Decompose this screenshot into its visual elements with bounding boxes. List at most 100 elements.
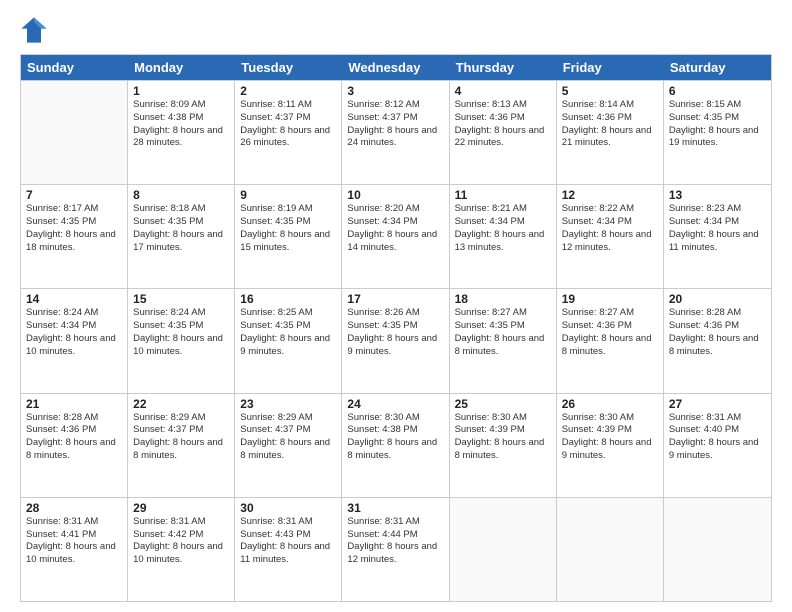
day-cell-28: 28Sunrise: 8:31 AMSunset: 4:41 PMDayligh…: [21, 498, 128, 601]
day-info: Sunrise: 8:31 AMSunset: 4:44 PMDaylight:…: [347, 516, 443, 567]
day-info: Sunrise: 8:17 AMSunset: 4:35 PMDaylight:…: [26, 203, 122, 254]
day-cell-19: 19Sunrise: 8:27 AMSunset: 4:36 PMDayligh…: [557, 289, 664, 392]
day-number: 13: [669, 188, 766, 202]
day-info: Sunrise: 8:18 AMSunset: 4:35 PMDaylight:…: [133, 203, 229, 254]
header-day-thursday: Thursday: [450, 55, 557, 80]
calendar-header: SundayMondayTuesdayWednesdayThursdayFrid…: [21, 55, 771, 80]
empty-cell: [557, 498, 664, 601]
day-cell-18: 18Sunrise: 8:27 AMSunset: 4:35 PMDayligh…: [450, 289, 557, 392]
day-cell-14: 14Sunrise: 8:24 AMSunset: 4:34 PMDayligh…: [21, 289, 128, 392]
day-number: 26: [562, 397, 658, 411]
day-info: Sunrise: 8:11 AMSunset: 4:37 PMDaylight:…: [240, 99, 336, 150]
day-cell-16: 16Sunrise: 8:25 AMSunset: 4:35 PMDayligh…: [235, 289, 342, 392]
day-cell-20: 20Sunrise: 8:28 AMSunset: 4:36 PMDayligh…: [664, 289, 771, 392]
header-day-sunday: Sunday: [21, 55, 128, 80]
day-cell-30: 30Sunrise: 8:31 AMSunset: 4:43 PMDayligh…: [235, 498, 342, 601]
day-cell-22: 22Sunrise: 8:29 AMSunset: 4:37 PMDayligh…: [128, 394, 235, 497]
empty-cell: [450, 498, 557, 601]
day-cell-13: 13Sunrise: 8:23 AMSunset: 4:34 PMDayligh…: [664, 185, 771, 288]
header-day-monday: Monday: [128, 55, 235, 80]
day-info: Sunrise: 8:29 AMSunset: 4:37 PMDaylight:…: [240, 412, 336, 463]
day-cell-15: 15Sunrise: 8:24 AMSunset: 4:35 PMDayligh…: [128, 289, 235, 392]
day-info: Sunrise: 8:29 AMSunset: 4:37 PMDaylight:…: [133, 412, 229, 463]
day-cell-3: 3Sunrise: 8:12 AMSunset: 4:37 PMDaylight…: [342, 81, 449, 184]
day-number: 18: [455, 292, 551, 306]
day-info: Sunrise: 8:26 AMSunset: 4:35 PMDaylight:…: [347, 307, 443, 358]
calendar-row-1: 7Sunrise: 8:17 AMSunset: 4:35 PMDaylight…: [21, 184, 771, 288]
day-number: 3: [347, 84, 443, 98]
day-info: Sunrise: 8:24 AMSunset: 4:35 PMDaylight:…: [133, 307, 229, 358]
day-cell-24: 24Sunrise: 8:30 AMSunset: 4:38 PMDayligh…: [342, 394, 449, 497]
day-number: 31: [347, 501, 443, 515]
day-number: 5: [562, 84, 658, 98]
day-number: 17: [347, 292, 443, 306]
header-day-wednesday: Wednesday: [342, 55, 449, 80]
day-number: 12: [562, 188, 658, 202]
calendar-body: 1Sunrise: 8:09 AMSunset: 4:38 PMDaylight…: [21, 80, 771, 601]
header-day-saturday: Saturday: [664, 55, 771, 80]
day-info: Sunrise: 8:19 AMSunset: 4:35 PMDaylight:…: [240, 203, 336, 254]
day-info: Sunrise: 8:31 AMSunset: 4:42 PMDaylight:…: [133, 516, 229, 567]
day-number: 27: [669, 397, 766, 411]
day-number: 23: [240, 397, 336, 411]
calendar-row-4: 28Sunrise: 8:31 AMSunset: 4:41 PMDayligh…: [21, 497, 771, 601]
day-info: Sunrise: 8:23 AMSunset: 4:34 PMDaylight:…: [669, 203, 766, 254]
day-info: Sunrise: 8:13 AMSunset: 4:36 PMDaylight:…: [455, 99, 551, 150]
day-number: 14: [26, 292, 122, 306]
day-info: Sunrise: 8:28 AMSunset: 4:36 PMDaylight:…: [669, 307, 766, 358]
day-cell-23: 23Sunrise: 8:29 AMSunset: 4:37 PMDayligh…: [235, 394, 342, 497]
day-cell-2: 2Sunrise: 8:11 AMSunset: 4:37 PMDaylight…: [235, 81, 342, 184]
day-info: Sunrise: 8:20 AMSunset: 4:34 PMDaylight:…: [347, 203, 443, 254]
calendar-row-2: 14Sunrise: 8:24 AMSunset: 4:34 PMDayligh…: [21, 288, 771, 392]
day-cell-29: 29Sunrise: 8:31 AMSunset: 4:42 PMDayligh…: [128, 498, 235, 601]
day-cell-8: 8Sunrise: 8:18 AMSunset: 4:35 PMDaylight…: [128, 185, 235, 288]
day-info: Sunrise: 8:25 AMSunset: 4:35 PMDaylight:…: [240, 307, 336, 358]
day-info: Sunrise: 8:24 AMSunset: 4:34 PMDaylight:…: [26, 307, 122, 358]
day-cell-11: 11Sunrise: 8:21 AMSunset: 4:34 PMDayligh…: [450, 185, 557, 288]
day-info: Sunrise: 8:21 AMSunset: 4:34 PMDaylight:…: [455, 203, 551, 254]
day-number: 20: [669, 292, 766, 306]
empty-cell: [664, 498, 771, 601]
page: SundayMondayTuesdayWednesdayThursdayFrid…: [0, 0, 792, 612]
day-info: Sunrise: 8:15 AMSunset: 4:35 PMDaylight:…: [669, 99, 766, 150]
day-cell-12: 12Sunrise: 8:22 AMSunset: 4:34 PMDayligh…: [557, 185, 664, 288]
day-info: Sunrise: 8:30 AMSunset: 4:39 PMDaylight:…: [455, 412, 551, 463]
day-cell-31: 31Sunrise: 8:31 AMSunset: 4:44 PMDayligh…: [342, 498, 449, 601]
day-number: 8: [133, 188, 229, 202]
day-cell-26: 26Sunrise: 8:30 AMSunset: 4:39 PMDayligh…: [557, 394, 664, 497]
day-cell-10: 10Sunrise: 8:20 AMSunset: 4:34 PMDayligh…: [342, 185, 449, 288]
day-info: Sunrise: 8:31 AMSunset: 4:43 PMDaylight:…: [240, 516, 336, 567]
day-cell-17: 17Sunrise: 8:26 AMSunset: 4:35 PMDayligh…: [342, 289, 449, 392]
day-info: Sunrise: 8:22 AMSunset: 4:34 PMDaylight:…: [562, 203, 658, 254]
day-number: 6: [669, 84, 766, 98]
day-number: 28: [26, 501, 122, 515]
empty-cell: [21, 81, 128, 184]
day-info: Sunrise: 8:12 AMSunset: 4:37 PMDaylight:…: [347, 99, 443, 150]
calendar-row-3: 21Sunrise: 8:28 AMSunset: 4:36 PMDayligh…: [21, 393, 771, 497]
header: [20, 16, 772, 44]
header-day-tuesday: Tuesday: [235, 55, 342, 80]
day-number: 15: [133, 292, 229, 306]
day-cell-21: 21Sunrise: 8:28 AMSunset: 4:36 PMDayligh…: [21, 394, 128, 497]
day-cell-4: 4Sunrise: 8:13 AMSunset: 4:36 PMDaylight…: [450, 81, 557, 184]
day-cell-6: 6Sunrise: 8:15 AMSunset: 4:35 PMDaylight…: [664, 81, 771, 184]
day-number: 30: [240, 501, 336, 515]
logo-icon: [20, 16, 48, 44]
day-info: Sunrise: 8:09 AMSunset: 4:38 PMDaylight:…: [133, 99, 229, 150]
calendar: SundayMondayTuesdayWednesdayThursdayFrid…: [20, 54, 772, 602]
day-cell-7: 7Sunrise: 8:17 AMSunset: 4:35 PMDaylight…: [21, 185, 128, 288]
day-number: 16: [240, 292, 336, 306]
logo: [20, 16, 52, 44]
day-cell-1: 1Sunrise: 8:09 AMSunset: 4:38 PMDaylight…: [128, 81, 235, 184]
day-number: 2: [240, 84, 336, 98]
calendar-row-0: 1Sunrise: 8:09 AMSunset: 4:38 PMDaylight…: [21, 80, 771, 184]
day-info: Sunrise: 8:31 AMSunset: 4:40 PMDaylight:…: [669, 412, 766, 463]
day-number: 11: [455, 188, 551, 202]
header-day-friday: Friday: [557, 55, 664, 80]
day-info: Sunrise: 8:14 AMSunset: 4:36 PMDaylight:…: [562, 99, 658, 150]
day-cell-25: 25Sunrise: 8:30 AMSunset: 4:39 PMDayligh…: [450, 394, 557, 497]
day-cell-27: 27Sunrise: 8:31 AMSunset: 4:40 PMDayligh…: [664, 394, 771, 497]
day-number: 29: [133, 501, 229, 515]
day-info: Sunrise: 8:31 AMSunset: 4:41 PMDaylight:…: [26, 516, 122, 567]
day-number: 25: [455, 397, 551, 411]
